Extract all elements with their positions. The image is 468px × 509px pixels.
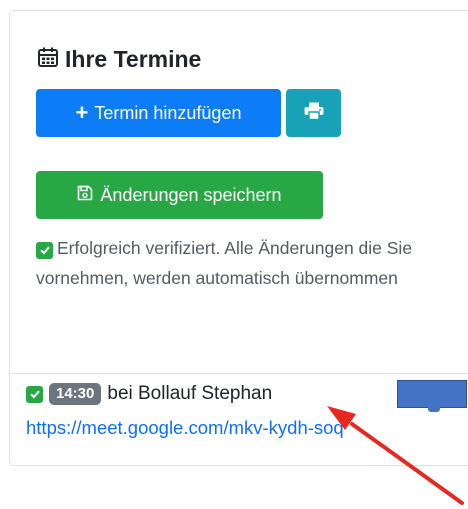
- checkbox-checked-icon[interactable]: [26, 385, 43, 403]
- save-changes-button[interactable]: Änderungen speichern: [36, 171, 323, 219]
- save-icon: [77, 185, 93, 206]
- verification-message: Erfolgreich verifiziert. Alle Änderungen…: [36, 233, 456, 293]
- add-appointment-button[interactable]: + Termin hinzufügen: [36, 89, 281, 137]
- checkbox-checked-icon: [36, 241, 53, 259]
- time-badge: 14:30: [49, 383, 102, 405]
- save-changes-label: Änderungen speichern: [100, 184, 282, 205]
- print-button[interactable]: [286, 89, 341, 137]
- meeting-link[interactable]: https://meet.google.com/mkv-kydh-soq: [26, 417, 344, 439]
- annotation-rectangle-tab: [428, 406, 440, 412]
- card-body: Ihre Termine + Termin hinzufügen Änderun…: [10, 11, 468, 373]
- calendar-icon: [37, 46, 59, 73]
- printer-icon: [304, 102, 324, 125]
- annotation-rectangle: [397, 380, 467, 408]
- appointment-description: bei Bollauf Stephan: [107, 383, 273, 404]
- card-title: Ihre Termine: [37, 46, 201, 73]
- verification-text: Erfolgreich verifiziert. Alle Änderungen…: [36, 238, 413, 288]
- card-title-text: Ihre Termine: [65, 46, 202, 72]
- plus-icon: +: [75, 100, 89, 125]
- add-appointment-label: Termin hinzufügen: [94, 102, 242, 123]
- appointment-item: 14:30 bei Bollauf Stephan: [26, 383, 272, 405]
